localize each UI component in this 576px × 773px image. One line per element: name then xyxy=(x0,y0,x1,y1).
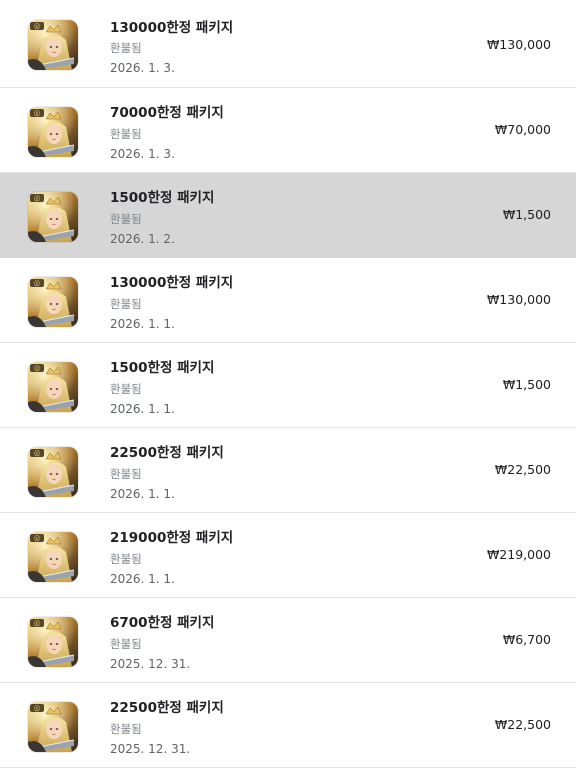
game-app-icon xyxy=(28,20,78,70)
purchase-date: 2026. 1. 1. xyxy=(110,487,175,501)
purchase-title: 219000한정 패키지 xyxy=(110,530,234,546)
purchase-price: ₩219,000 xyxy=(486,547,551,562)
purchase-status: 환불됨 xyxy=(110,212,142,226)
game-app-icon xyxy=(28,107,78,157)
purchase-row[interactable]: 219000한정 패키지 환불됨 2026. 1. 1. ₩219,000 xyxy=(0,513,576,598)
game-app-icon xyxy=(28,362,78,412)
purchase-title: 130000한정 패키지 xyxy=(110,20,234,36)
purchase-title: 6700한정 패키지 xyxy=(110,615,215,631)
purchase-price: ₩1,500 xyxy=(502,207,551,222)
purchase-date: 2026. 1. 1. xyxy=(110,317,175,331)
purchase-date: 2025. 12. 31. xyxy=(110,657,191,671)
purchase-history-list: 130000한정 패키지 환불됨 2026. 1. 3. ₩130,000 70… xyxy=(0,0,576,773)
purchase-price: ₩70,000 xyxy=(494,122,551,137)
purchase-title: 70000한정 패키지 xyxy=(110,105,224,121)
purchase-title: 22500한정 패키지 xyxy=(110,700,224,716)
game-app-icon xyxy=(28,702,78,752)
purchase-status: 환불됨 xyxy=(110,467,142,481)
purchase-date: 2026. 1. 1. xyxy=(110,572,175,586)
purchase-date: 2026. 1. 2. xyxy=(110,232,175,246)
purchase-row[interactable]: 130000한정 패키지 환불됨 2026. 1. 3. ₩130,000 xyxy=(0,0,576,88)
purchase-row[interactable]: 70000한정 패키지 환불됨 2026. 1. 3. ₩70,000 xyxy=(0,88,576,173)
purchase-price: ₩22,500 xyxy=(494,462,551,477)
purchase-price: ₩130,000 xyxy=(486,292,551,307)
game-app-icon xyxy=(28,192,78,242)
purchase-title: 22500한정 패키지 xyxy=(110,445,224,461)
purchase-title: 1500한정 패키지 xyxy=(110,360,215,376)
purchase-status: 환불됨 xyxy=(110,41,142,55)
game-app-icon xyxy=(28,532,78,582)
purchase-price: ₩1,500 xyxy=(502,377,551,392)
purchase-price: ₩6,700 xyxy=(502,632,551,647)
purchase-row[interactable]: 130000한정 패키지 환불됨 2026. 1. 1. ₩130,000 xyxy=(0,258,576,343)
purchase-row[interactable]: 22500한정 패키지 환불됨 2025. 12. 31. ₩22,500 xyxy=(0,683,576,768)
purchase-title: 130000한정 패키지 xyxy=(110,275,234,291)
purchase-row[interactable]: 1500한정 패키지 환불됨 2026. 1. 1. ₩1,500 xyxy=(0,343,576,428)
purchase-status: 환불됨 xyxy=(110,382,142,396)
purchase-date: 2026. 1. 3. xyxy=(110,147,175,161)
game-app-icon xyxy=(28,447,78,497)
purchase-date: 2026. 1. 1. xyxy=(110,402,175,416)
purchase-row-selected[interactable]: 1500한정 패키지 환불됨 2026. 1. 2. ₩1,500 xyxy=(0,173,576,258)
purchase-date: 2025. 12. 31. xyxy=(110,742,191,756)
purchase-title: 1500한정 패키지 xyxy=(110,190,215,206)
purchase-row[interactable]: 22500한정 패키지 환불됨 2026. 1. 1. ₩22,500 xyxy=(0,428,576,513)
game-app-icon xyxy=(28,617,78,667)
purchase-status: 환불됨 xyxy=(110,552,142,566)
purchase-status: 환불됨 xyxy=(110,127,142,141)
purchase-price: ₩22,500 xyxy=(494,717,551,732)
purchase-status: 환불됨 xyxy=(110,637,142,651)
game-app-icon xyxy=(28,277,78,327)
purchase-price: ₩130,000 xyxy=(486,37,551,52)
purchase-status: 환불됨 xyxy=(110,297,142,311)
purchase-row[interactable]: 6700한정 패키지 환불됨 2025. 12. 31. ₩6,700 xyxy=(0,598,576,683)
purchase-status: 환불됨 xyxy=(110,722,142,736)
purchase-date: 2026. 1. 3. xyxy=(110,61,175,75)
